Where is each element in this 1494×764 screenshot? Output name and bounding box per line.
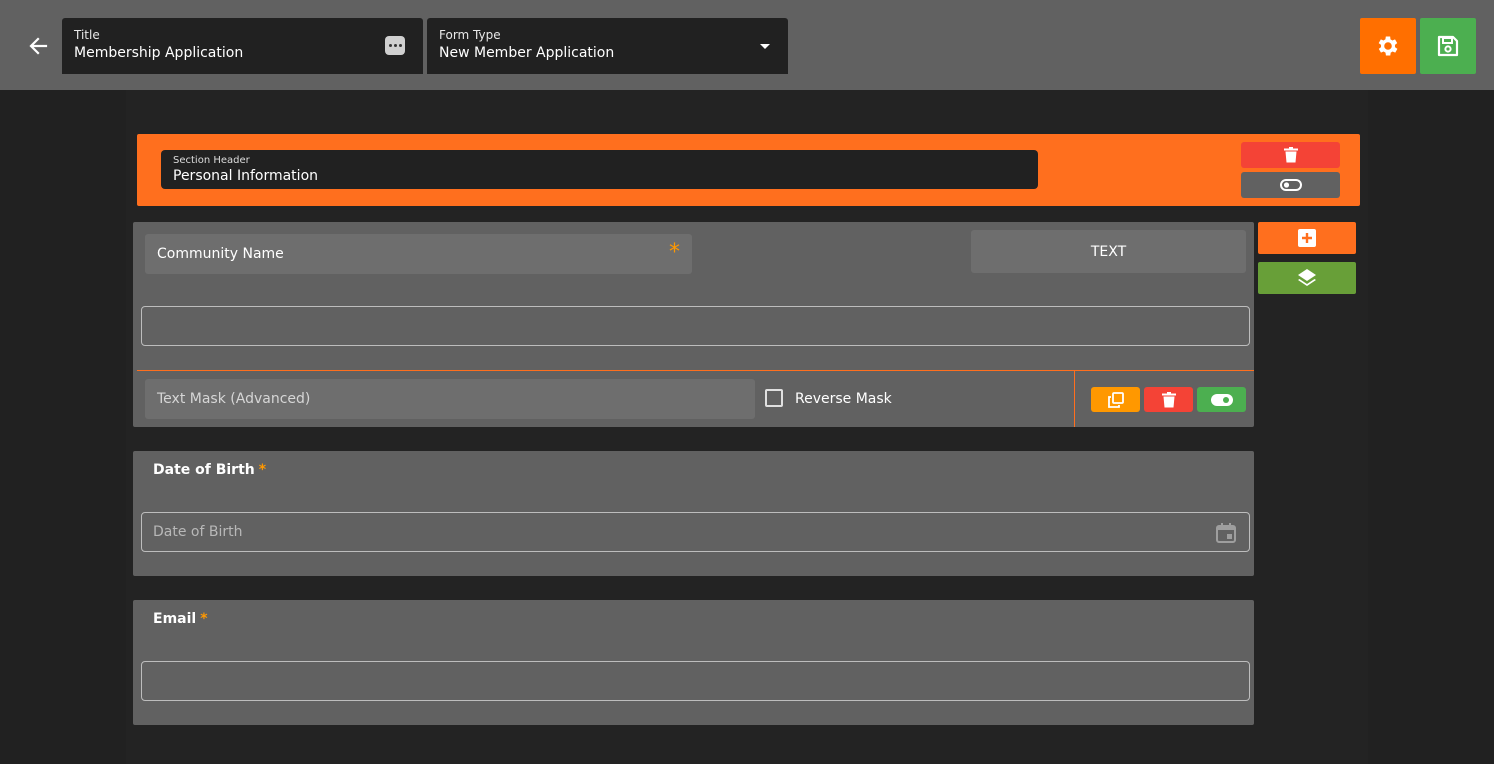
duplicate-field-button[interactable] xyxy=(1091,387,1140,412)
more-dots-icon[interactable] xyxy=(385,36,405,55)
arrow-left-icon xyxy=(29,37,48,55)
date-of-birth-input[interactable]: Date of Birth xyxy=(141,512,1250,552)
section-header-input[interactable]: Section Header Personal Information xyxy=(161,150,1038,189)
title-field-label: Title xyxy=(74,28,100,42)
gear-icon xyxy=(1378,36,1398,56)
text-mask-placeholder: Text Mask (Advanced) xyxy=(157,391,311,407)
date-of-birth-label: Date of Birth * xyxy=(153,462,266,478)
copy-icon xyxy=(1107,391,1124,408)
caret-down-icon xyxy=(760,44,770,49)
section-header-label: Section Header xyxy=(173,155,250,166)
add-field-button[interactable] xyxy=(1258,222,1356,254)
title-field[interactable]: Title Membership Application xyxy=(62,18,423,74)
trash-icon xyxy=(1161,391,1176,407)
field-actions-divider xyxy=(1074,371,1075,427)
field-name-text: Community Name xyxy=(157,246,284,262)
trash-icon xyxy=(1283,147,1298,163)
title-field-value[interactable]: Membership Application xyxy=(74,45,243,61)
settings-button[interactable] xyxy=(1360,18,1416,74)
field-options-divider xyxy=(137,370,1254,371)
save-button[interactable] xyxy=(1420,18,1476,74)
floppy-disk-icon xyxy=(1437,35,1459,57)
form-type-select[interactable]: Form Type New Member Application xyxy=(427,18,788,74)
toggle-icon xyxy=(1279,179,1302,191)
email-label-text: Email xyxy=(153,611,197,627)
text-mask-input[interactable]: Text Mask (Advanced) xyxy=(145,379,755,419)
required-marker: * xyxy=(258,462,267,478)
email-input[interactable] xyxy=(141,661,1250,701)
reverse-mask-checkbox[interactable] xyxy=(765,389,783,407)
delete-field-button[interactable] xyxy=(1144,387,1193,412)
required-marker: * xyxy=(669,240,680,265)
back-button[interactable] xyxy=(24,32,52,60)
delete-section-button[interactable] xyxy=(1241,142,1340,168)
plus-square-icon xyxy=(1298,229,1316,247)
required-marker: * xyxy=(200,611,208,627)
form-type-label: Form Type xyxy=(439,28,501,42)
field-preview-input[interactable] xyxy=(141,306,1250,346)
toggle-icon xyxy=(1210,393,1233,406)
layers-icon xyxy=(1298,269,1316,286)
layers-button[interactable] xyxy=(1258,262,1356,294)
field-name-input[interactable]: Community Name * xyxy=(145,234,692,274)
email-label: Email * xyxy=(153,611,208,627)
field-type-select[interactable]: TEXT xyxy=(971,230,1246,273)
toggle-field-button[interactable] xyxy=(1197,387,1246,412)
date-of-birth-placeholder: Date of Birth xyxy=(153,524,243,540)
date-of-birth-label-text: Date of Birth xyxy=(153,462,255,478)
reverse-mask-label: Reverse Mask xyxy=(795,391,892,407)
section-header-value[interactable]: Personal Information xyxy=(173,168,318,184)
calendar-icon[interactable] xyxy=(1215,522,1237,544)
form-type-value: New Member Application xyxy=(439,45,615,61)
toggle-section-button[interactable] xyxy=(1241,172,1340,198)
